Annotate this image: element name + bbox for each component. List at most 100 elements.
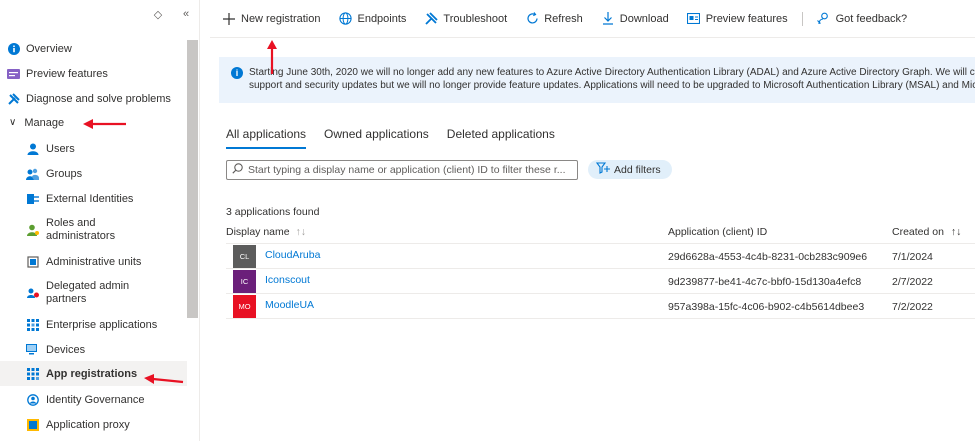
- sidebar-item-label: Application proxy: [46, 418, 130, 431]
- preview-features-button[interactable]: Preview features: [687, 12, 788, 26]
- tab-deleted-applications[interactable]: Deleted applications: [447, 127, 555, 149]
- table-row[interactable]: IC Iconscout 9d239877-be41-4c7c-bbf0-15d…: [226, 269, 975, 294]
- filter-placeholder: Start typing a display name or applicati…: [248, 164, 566, 176]
- refresh-icon: [525, 12, 539, 26]
- enterprise-apps-icon: [26, 318, 39, 331]
- wrench-icon: [424, 12, 438, 26]
- add-filters-button[interactable]: Add filters: [588, 160, 672, 179]
- got-feedback-button[interactable]: Got feedback?: [817, 12, 907, 26]
- sidebar-item-preview-features[interactable]: Preview features: [0, 66, 187, 81]
- preview-icon: [687, 12, 701, 26]
- sidebar-item-label: Enterprise applications: [46, 318, 158, 331]
- info-icon: i: [231, 67, 243, 79]
- new-registration-button[interactable]: New registration: [222, 12, 320, 26]
- troubleshoot-button[interactable]: Troubleshoot: [424, 12, 507, 26]
- app-avatar: CL: [233, 245, 256, 268]
- app-registrations-icon: [26, 367, 39, 380]
- app-client-id: 29d6628a-4553-4c4b-8231-0cb283c909e6: [668, 251, 868, 263]
- sidebar-item-enterprise-applications[interactable]: Enterprise applications: [0, 317, 187, 332]
- column-header-application-id[interactable]: Application (client) ID: [668, 226, 767, 238]
- sidebar-scrollbar[interactable]: [187, 40, 198, 318]
- sidebar-item-label: Groups: [46, 167, 83, 180]
- sidebar-item-identity-governance[interactable]: Identity Governance: [0, 392, 187, 407]
- sidebar-item-diagnose[interactable]: Diagnose and solve problems: [0, 91, 187, 106]
- download-button[interactable]: Download: [601, 12, 669, 26]
- preview-icon: [7, 67, 20, 80]
- app-created-on: 7/2/2022: [892, 301, 933, 313]
- globe-icon: [338, 12, 352, 26]
- application-proxy-icon: [26, 418, 39, 431]
- sidebar-item-label: Delegated admin partners: [46, 279, 130, 305]
- group-icon: [26, 167, 39, 180]
- app-name-link[interactable]: MoodleUA: [265, 299, 314, 311]
- add-filter-icon: [595, 162, 610, 177]
- table-row[interactable]: CL CloudAruba 29d6628a-4553-4c4b-8231-0c…: [226, 244, 975, 269]
- sidebar-item-label: Manage: [24, 116, 65, 129]
- sort-icon: ↑↓: [950, 226, 962, 238]
- wrench-icon: [7, 92, 20, 105]
- application-tabs: All applications Owned applications Dele…: [226, 127, 573, 149]
- sidebar-top-controls: ◇ «: [153, 8, 191, 21]
- collapse-icon[interactable]: «: [181, 8, 191, 21]
- sidebar-item-external-identities[interactable]: External Identities: [0, 191, 187, 206]
- sidebar-item-groups[interactable]: Groups: [0, 166, 187, 181]
- banner-line-2: support and security updates but we will…: [249, 80, 975, 91]
- endpoints-button[interactable]: Endpoints: [338, 12, 406, 26]
- sidebar-item-label: Overview: [26, 42, 72, 55]
- adal-deprecation-banner: i Starting June 30th, 2020 we will no lo…: [219, 57, 975, 103]
- sidebar-item-users[interactable]: Users: [0, 141, 187, 156]
- app-client-id: 9d239877-be41-4c7c-bbf0-15d130a4efc8: [668, 276, 862, 288]
- command-bar: New registration Endpoints Troubleshoot …: [210, 0, 975, 38]
- app-client-id: 957a398a-15fc-4c06-b902-c4b5614dbee3: [668, 301, 865, 313]
- sidebar-item-roles-and-administrators[interactable]: Roles and administrators: [0, 216, 187, 243]
- annotation-arrow-up: [267, 40, 277, 74]
- column-header-display-name[interactable]: Display name ↑↓: [226, 226, 306, 238]
- refresh-button[interactable]: Refresh: [525, 12, 583, 26]
- app-avatar: IC: [233, 270, 256, 293]
- sidebar-item-overview[interactable]: Overview: [0, 41, 187, 56]
- admin-units-icon: [26, 255, 39, 268]
- sidebar-item-delegated-admin-partners[interactable]: Delegated admin partners: [0, 279, 187, 306]
- delegated-admin-icon: [26, 286, 39, 299]
- sidebar-item-label: Users: [46, 142, 75, 155]
- table-header: Display name ↑↓ Application (client) ID …: [226, 224, 975, 244]
- roles-icon: [26, 223, 39, 236]
- external-identities-icon: [26, 192, 39, 205]
- sidebar-item-devices[interactable]: Devices: [0, 342, 187, 357]
- annotation-arrow-manage: [83, 119, 126, 129]
- sidebar-item-label: Roles and administrators: [46, 216, 116, 242]
- info-icon: [7, 42, 20, 55]
- results-count: 3 applications found: [226, 206, 320, 218]
- identity-governance-icon: [26, 393, 39, 406]
- app-name-link[interactable]: Iconscout: [265, 274, 310, 286]
- sidebar-item-administrative-units[interactable]: Administrative units: [0, 254, 187, 269]
- sidebar-item-application-proxy[interactable]: Application proxy: [0, 417, 187, 432]
- sidebar-item-label: App registrations: [46, 367, 138, 380]
- column-header-created-on[interactable]: Created on ↑↓: [892, 226, 961, 238]
- sidebar-item-label: Devices: [46, 343, 86, 356]
- toolbar-divider: [801, 11, 803, 26]
- annotation-arrow-app-registrations: [144, 374, 184, 384]
- user-icon: [26, 142, 39, 155]
- chevron-down-icon: ∨: [9, 117, 17, 128]
- plus-icon: [222, 12, 236, 26]
- search-icon: [232, 163, 243, 177]
- app-created-on: 7/1/2024: [892, 251, 933, 263]
- app-name-link[interactable]: CloudAruba: [265, 249, 320, 261]
- filter-input[interactable]: Start typing a display name or applicati…: [226, 160, 578, 180]
- app-avatar: MO: [233, 295, 256, 318]
- tab-all-applications[interactable]: All applications: [226, 127, 307, 149]
- download-icon: [601, 12, 615, 26]
- app-created-on: 2/7/2022: [892, 276, 933, 288]
- sort-ascending-icon: ↑↓: [295, 226, 307, 238]
- banner-line-1: Starting June 30th, 2020 we will no long…: [249, 67, 975, 78]
- tab-owned-applications[interactable]: Owned applications: [324, 127, 429, 149]
- table-row[interactable]: MO MoodleUA 957a398a-15fc-4c06-b902-c4b5…: [226, 294, 975, 319]
- sidebar-item-label: Administrative units: [46, 255, 142, 268]
- devices-icon: [26, 343, 39, 356]
- feedback-icon: [817, 12, 831, 26]
- sidebar-item-label: Diagnose and solve problems: [26, 92, 171, 105]
- sidebar-item-label: Identity Governance: [46, 393, 145, 406]
- diamond-icon[interactable]: ◇: [153, 8, 163, 21]
- sidebar-item-label: Preview features: [26, 67, 108, 80]
